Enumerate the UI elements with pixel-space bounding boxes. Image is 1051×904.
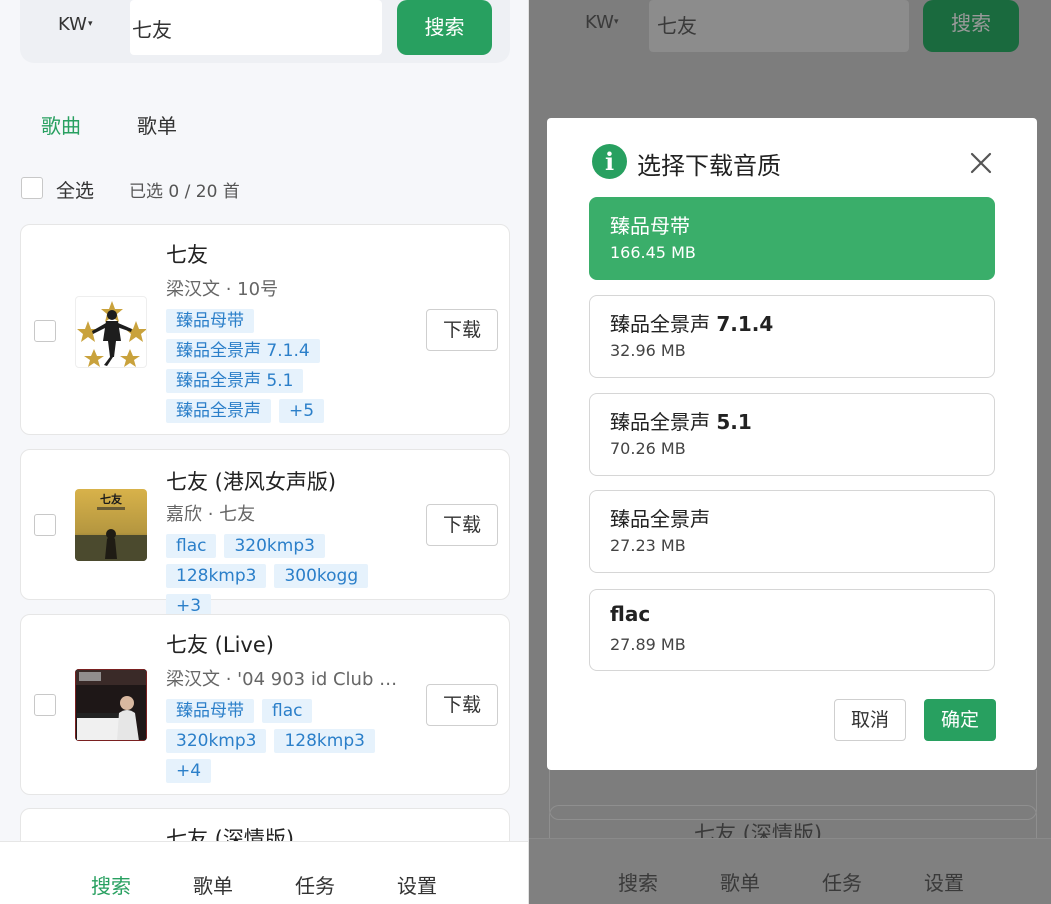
nav-search[interactable]: 搜索: [91, 870, 131, 899]
song-checkbox[interactable]: [34, 514, 56, 536]
quality-option-atmos[interactable]: 臻品全景声 27.23 MB: [589, 490, 995, 573]
quality-tag: flac: [166, 534, 217, 558]
song-card[interactable]: 七友 (Live) 梁汉文 · '04 903 id Club 拉… 臻品母带 …: [20, 614, 510, 795]
quality-option-atmos-714[interactable]: 臻品全景声 7.1.4 32.96 MB: [589, 295, 995, 378]
confirm-button[interactable]: 确定: [924, 699, 996, 741]
source-select[interactable]: KW▾: [58, 14, 93, 35]
more-tags-badge: +4: [166, 759, 212, 783]
quality-tag: 128kmp3: [166, 564, 267, 588]
option-name: flac: [610, 602, 651, 626]
dialog-title: 选择下载音质: [637, 152, 781, 180]
quality-option-flac[interactable]: flac 27.89 MB: [589, 589, 995, 671]
song-title: 七友 (港风女声版): [166, 470, 337, 494]
option-name: 臻品全景声 7.1.4: [610, 312, 774, 336]
quality-tag: 320kmp3: [224, 534, 325, 558]
select-all-checkbox[interactable]: [21, 177, 43, 199]
select-all-label[interactable]: 全选: [56, 176, 94, 203]
download-button[interactable]: 下载: [426, 504, 498, 546]
tab-playlists[interactable]: 歌单: [137, 110, 177, 139]
selected-count: 已选 0 / 20 首: [129, 182, 240, 202]
song-title: 七友: [166, 243, 208, 267]
close-icon[interactable]: [969, 151, 993, 175]
quality-tag: 臻品全景声: [166, 399, 271, 423]
tab-songs[interactable]: 歌曲: [41, 110, 81, 139]
nav-tasks[interactable]: 任务: [295, 870, 335, 899]
bottom-nav: 搜索 歌单 任务 设置: [0, 841, 528, 904]
quality-tags: flac 320kmp3 128kmp3 300kogg +3: [166, 534, 416, 618]
song-card[interactable]: 七友 梁汉文 · 10号 臻品母带 臻品全景声 7.1.4 臻品全景声 5.1 …: [20, 224, 510, 435]
search-input[interactable]: 七友: [130, 0, 382, 55]
nav-settings-dimmed: 设置: [924, 871, 964, 895]
info-icon: i: [592, 144, 627, 179]
song-artist: 嘉欣 · 七友: [166, 504, 256, 525]
quality-tag: 臻品全景声 5.1: [166, 369, 304, 393]
quality-tags: 臻品母带 flac 320kmp3 128kmp3 +4: [166, 699, 416, 783]
quality-tag: flac: [262, 699, 313, 723]
song-title: 七友 (Live): [166, 633, 274, 657]
song-checkbox[interactable]: [34, 320, 56, 342]
quality-tag: 臻品母带: [166, 309, 254, 333]
nav-settings[interactable]: 设置: [397, 870, 437, 899]
option-size: 70.26 MB: [610, 439, 686, 458]
quality-tag: 臻品母带: [166, 699, 254, 723]
caret-down-icon: ▾: [87, 19, 93, 29]
nav-search-dimmed: 搜索: [618, 871, 658, 895]
search-button[interactable]: 搜索: [397, 0, 492, 55]
quality-tag: 128kmp3: [274, 729, 375, 753]
option-size: 27.23 MB: [610, 536, 686, 555]
option-name: 臻品全景声: [610, 507, 710, 531]
option-size: 166.45 MB: [610, 243, 696, 262]
option-name: 臻品全景声 5.1: [610, 410, 752, 434]
quality-option-master[interactable]: 臻品母带 166.45 MB: [589, 197, 995, 280]
download-button[interactable]: 下载: [426, 684, 498, 726]
more-tags-badge: +5: [279, 399, 325, 423]
quality-tag: 300kogg: [274, 564, 369, 588]
quality-dialog-screen: KW▾ 七友 搜索 七友 (深情版) 搜索 歌单 任务 设置 i 选择下载音质 …: [529, 0, 1051, 904]
album-cover: [75, 296, 147, 368]
download-button[interactable]: 下载: [426, 309, 498, 351]
source-select-dimmed: KW▾: [585, 12, 619, 33]
quality-tag: 320kmp3: [166, 729, 267, 753]
cancel-button[interactable]: 取消: [834, 699, 906, 741]
quality-dialog: i 选择下载音质 臻品母带 166.45 MB 臻品全景声 7.1.4 32.9…: [547, 118, 1037, 770]
album-cover: 七友: [75, 489, 147, 561]
song-card[interactable]: 七友 七友 (港风女声版) 嘉欣 · 七友 flac 320kmp3 128km…: [20, 449, 510, 618]
bottom-nav-dimmed: 搜索 歌单 任务 设置: [529, 838, 1051, 904]
source-label: KW: [58, 14, 87, 35]
search-bar: KW▾ 七友 搜索: [20, 0, 510, 63]
song-artist: 梁汉文 · 10号: [166, 279, 279, 300]
nav-playlists-dimmed: 歌单: [720, 871, 760, 895]
album-cover: [75, 669, 147, 741]
quality-tag: 臻品全景声 7.1.4: [166, 339, 320, 363]
nav-tasks-dimmed: 任务: [822, 871, 862, 895]
option-name: 臻品母带: [610, 214, 690, 238]
nav-playlists[interactable]: 歌单: [193, 870, 233, 899]
song-artist: 梁汉文 · '04 903 id Club 拉…: [166, 669, 411, 690]
option-size: 27.89 MB: [610, 635, 686, 654]
cover-title: 七友: [100, 492, 122, 506]
quality-option-atmos-51[interactable]: 臻品全景声 5.1 70.26 MB: [589, 393, 995, 476]
search-input-dimmed: 七友: [649, 0, 909, 52]
search-screen: KW▾ 七友 搜索 歌曲 歌单 全选 已选 0 / 20 首 七友 梁汉文 · …: [0, 0, 528, 904]
search-button-dimmed: 搜索: [923, 0, 1019, 52]
option-size: 32.96 MB: [610, 341, 686, 360]
search-query: 七友: [132, 18, 172, 42]
song-checkbox[interactable]: [34, 694, 56, 716]
quality-tags: 臻品母带 臻品全景声 7.1.4 臻品全景声 5.1 臻品全景声 +5: [166, 309, 336, 423]
